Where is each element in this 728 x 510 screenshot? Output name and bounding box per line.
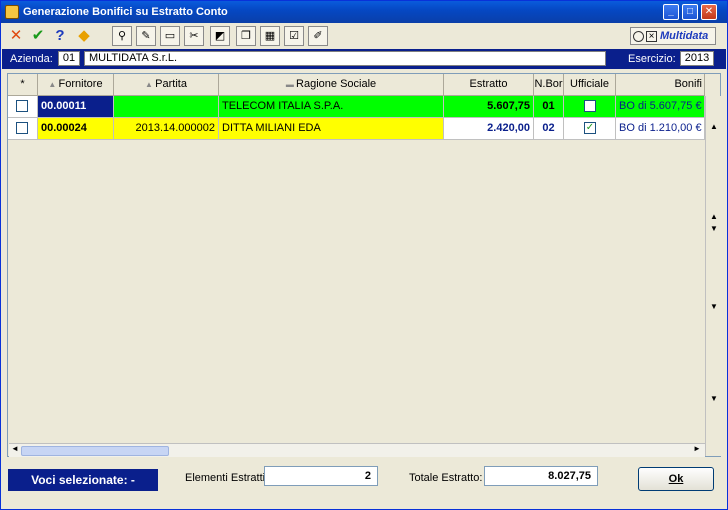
toolbar: ✕ ✔ ? ◆ ⚲ ✎ ▭ ✂ ◩ ❐ ▦ ☑ ✐ × Multidata bbox=[2, 24, 726, 48]
close-x-icon[interactable]: ✕ bbox=[6, 26, 26, 46]
azienda-name-field[interactable]: MULTIDATA S.r.L. bbox=[84, 51, 606, 66]
circle-icon bbox=[633, 31, 644, 42]
scroll-left-icon[interactable]: ◄ bbox=[11, 444, 19, 453]
windows-icon[interactable]: ❐ bbox=[236, 26, 256, 46]
maximize-button[interactable]: □ bbox=[682, 4, 698, 20]
ufficiale-cell[interactable] bbox=[564, 96, 616, 118]
row-select-cell[interactable] bbox=[8, 96, 38, 118]
table-row[interactable]: 00.00024 2013.14.000002 DITTA MILIANI ED… bbox=[8, 118, 705, 140]
close-button[interactable]: ✕ bbox=[701, 4, 717, 20]
data-grid: * ▲ Fornitore ▲ Partita ▬ Ragione Social… bbox=[7, 73, 721, 457]
bonifico-cell[interactable]: BO di 5.607,75 € al bbox=[616, 96, 705, 118]
app-icon bbox=[5, 5, 19, 19]
app-window: Generazione Bonifici su Estratto Conto _… bbox=[0, 0, 728, 510]
horizontal-scroll-thumb[interactable] bbox=[21, 446, 169, 456]
scroll-down-icon[interactable]: ▼ bbox=[710, 302, 718, 311]
col-header-ragione[interactable]: ▬ Ragione Sociale bbox=[219, 74, 444, 96]
binoculars-icon[interactable]: ⚲ bbox=[112, 26, 132, 46]
estratto-cell[interactable]: 2.420,00 bbox=[444, 118, 534, 140]
row-select-cell[interactable] bbox=[8, 118, 38, 140]
elementi-field[interactable]: 2 bbox=[264, 466, 378, 486]
ok-button[interactable]: Ok bbox=[638, 467, 714, 491]
esercizio-label: Esercizio: bbox=[628, 53, 676, 65]
ufficiale-checkbox-checked[interactable]: ✓ bbox=[584, 122, 596, 134]
ragione-cell[interactable]: TELECOM ITALIA S.P.A. bbox=[219, 96, 444, 118]
col-header-ragione-label: Ragione Sociale bbox=[296, 78, 377, 90]
elementi-label: Elementi Estratti: bbox=[185, 472, 269, 484]
esercizio-field[interactable]: 2013 bbox=[680, 51, 714, 66]
scroll-right-icon[interactable]: ► bbox=[693, 444, 701, 453]
col-header-fornitore-label: Fornitore bbox=[58, 78, 103, 90]
col-header-fornitore[interactable]: ▲ Fornitore bbox=[38, 74, 114, 96]
partita-cell[interactable]: 2013.14.000002 bbox=[114, 118, 219, 140]
scroll-page-down-icon[interactable]: ▼ bbox=[710, 224, 718, 233]
note-icon[interactable]: ☑ bbox=[284, 26, 304, 46]
nbor-cell[interactable]: 01 bbox=[534, 96, 564, 118]
col-header-ufficiale[interactable]: Ufficiale bbox=[564, 74, 616, 96]
estratto-cell[interactable]: 5.607,75 bbox=[444, 96, 534, 118]
partita-cell[interactable] bbox=[114, 96, 219, 118]
nbor-cell[interactable]: 02 bbox=[534, 118, 564, 140]
totale-field[interactable]: 8.027,75 bbox=[484, 466, 598, 486]
brand-logo: × Multidata bbox=[630, 27, 716, 45]
col-header-partita[interactable]: ▲ Partita bbox=[114, 74, 219, 96]
check-icon[interactable]: ✔ bbox=[28, 26, 48, 46]
bonifico-cell[interactable]: BO di 1.210,00 € al bbox=[616, 118, 705, 140]
voci-selezionate-badge: Voci selezionate: - bbox=[8, 469, 158, 491]
page-icon[interactable]: ▭ bbox=[160, 26, 180, 46]
ragione-cell[interactable]: DITTA MILIANI EDA bbox=[219, 118, 444, 140]
azienda-code-field[interactable]: 01 bbox=[58, 51, 80, 66]
company-bar: Azienda: 01 MULTIDATA S.r.L. Esercizio: … bbox=[2, 49, 726, 69]
scroll-up-icon[interactable]: ▲ bbox=[710, 122, 718, 131]
ufficiale-checkbox[interactable] bbox=[584, 100, 596, 112]
totale-label: Totale Estratto: bbox=[409, 472, 483, 484]
col-header-estratto[interactable]: Estratto bbox=[444, 74, 534, 96]
grid-icon[interactable]: ▦ bbox=[260, 26, 280, 46]
brand-name: Multidata bbox=[660, 30, 709, 42]
tools-icon[interactable]: ✂ bbox=[184, 26, 204, 46]
row-checkbox[interactable] bbox=[16, 122, 28, 134]
window-title: Generazione Bonifici su Estratto Conto bbox=[23, 6, 228, 18]
col-header-partita-label: Partita bbox=[155, 78, 187, 90]
col-header-select[interactable]: * bbox=[8, 74, 38, 96]
pencil-icon[interactable]: ✐ bbox=[308, 26, 328, 46]
ruler-icon[interactable]: ◩ bbox=[210, 26, 230, 46]
fornitore-cell[interactable]: 00.00024 bbox=[38, 118, 114, 140]
table-row[interactable]: 00.00011 TELECOM ITALIA S.P.A. 5.607,75 … bbox=[8, 96, 705, 118]
edit-icon[interactable]: ✎ bbox=[136, 26, 156, 46]
col-header-nbor[interactable]: N.Bor bbox=[534, 74, 564, 96]
title-bar: Generazione Bonifici su Estratto Conto _… bbox=[1, 1, 727, 23]
horizontal-scrollbar[interactable]: ◄ ► bbox=[9, 443, 705, 457]
col-header-bonifico[interactable]: Bonifi bbox=[616, 74, 705, 96]
scroll-end-icon[interactable]: ▼ bbox=[710, 394, 718, 403]
ufficiale-cell[interactable]: ✓ bbox=[564, 118, 616, 140]
minimize-button[interactable]: _ bbox=[663, 4, 679, 20]
box-x-icon: × bbox=[646, 31, 657, 42]
scroll-page-up-icon[interactable]: ▲ bbox=[710, 212, 718, 221]
help-icon[interactable]: ? bbox=[50, 26, 70, 46]
fornitore-cell[interactable]: 00.00011 bbox=[38, 96, 114, 118]
row-checkbox[interactable] bbox=[16, 100, 28, 112]
diamond-icon[interactable]: ◆ bbox=[74, 26, 94, 46]
vertical-scrollbar[interactable]: ▲ ▲ ▼ ▼ ▼ bbox=[705, 96, 721, 456]
azienda-label: Azienda: bbox=[10, 53, 53, 65]
